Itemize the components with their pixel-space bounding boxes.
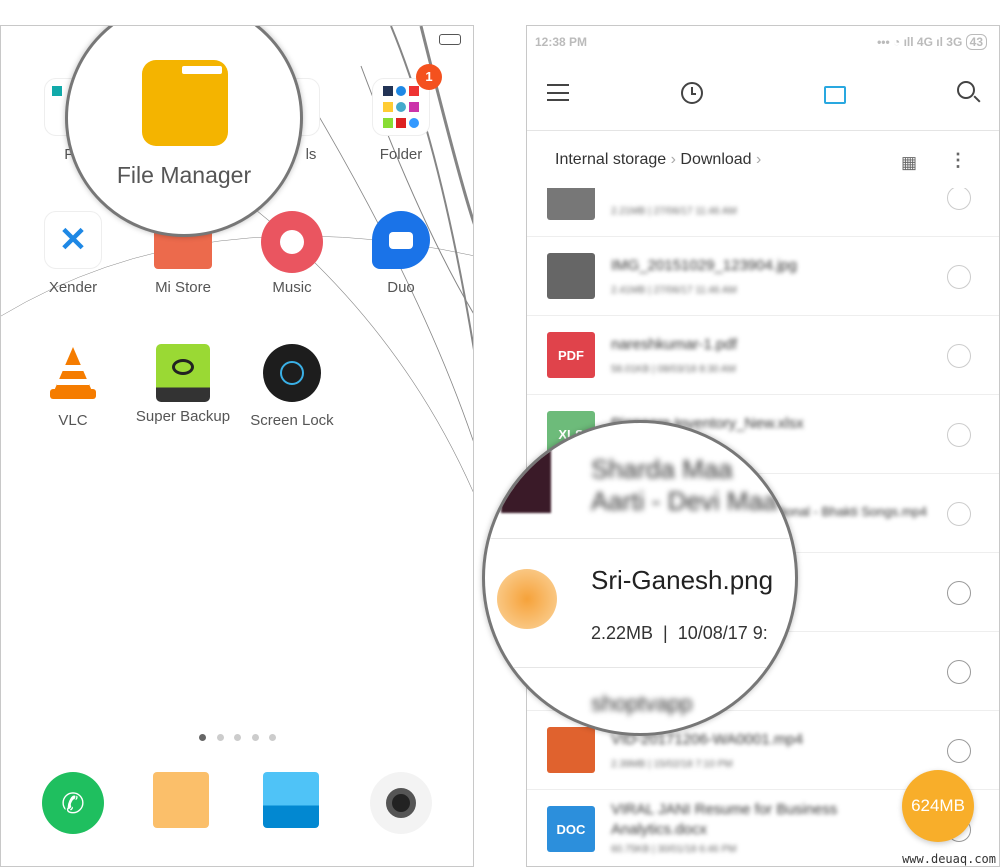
page-dot[interactable] [217, 734, 224, 741]
image-thumbnail [547, 253, 595, 299]
phone-icon[interactable]: ✆ [42, 772, 104, 834]
vlc-icon [44, 344, 102, 402]
select-radio[interactable] [947, 188, 971, 210]
select-radio[interactable] [947, 344, 971, 368]
duo-icon [372, 211, 430, 269]
gallery-icon[interactable] [263, 772, 319, 828]
app-duo[interactable]: Duo [346, 211, 456, 296]
pdf-icon: PDF [547, 332, 595, 378]
app-folder[interactable]: 1 Folder [346, 64, 456, 163]
select-radio[interactable] [947, 502, 971, 526]
video-thumbnail [547, 727, 595, 773]
folder-icon[interactable] [824, 86, 846, 104]
menu-icon[interactable] [547, 84, 569, 101]
app-music[interactable]: Music [237, 211, 347, 296]
breadcrumb: Internal storage › Download › [555, 151, 762, 168]
more-options-icon[interactable]: ⋮ [949, 150, 967, 171]
breadcrumb-internal-storage[interactable]: Internal storage [555, 151, 666, 168]
storage-fab[interactable]: 624MB [902, 770, 974, 842]
search-icon[interactable] [957, 81, 981, 103]
status-time: 12:38 PM [535, 35, 588, 49]
page-dot[interactable] [269, 734, 276, 741]
page-dot[interactable] [252, 734, 259, 741]
select-radio[interactable] [947, 739, 971, 763]
recent-clock-icon[interactable] [681, 82, 703, 104]
select-radio[interactable] [947, 423, 971, 447]
super-backup-icon [156, 344, 210, 402]
screen-lock-icon [263, 344, 321, 402]
file-row[interactable]: 2.21MB | 27/06/17 11:46 AM [527, 188, 999, 237]
ganesh-thumbnail [497, 569, 557, 629]
messages-icon[interactable] [153, 772, 209, 828]
app-xender[interactable]: ✕ Xender [18, 211, 128, 296]
select-radio[interactable] [947, 265, 971, 289]
file-row[interactable]: IMG_20151029_123904.jpg 2.41MB | 27/06/17… [527, 237, 999, 316]
battery-icon: 43 [965, 34, 987, 50]
file-manager-label: File Manager [116, 162, 252, 188]
select-radio[interactable] [947, 660, 971, 684]
app-vlc[interactable]: VLC [18, 344, 128, 429]
file-row[interactable]: PDF nareshkumar-1.pdf 58.01KB | 08/03/18 8… [527, 316, 999, 395]
doc-icon: DOC [547, 806, 595, 852]
page-dot[interactable] [234, 734, 241, 741]
file-meta-sri-ganesh: 2.22MB | 10/08/17 9: [591, 623, 768, 643]
watermark: www.deuaq.com [902, 852, 996, 866]
home-screen: Fo ls 1 Folder ✕ Xender Mi Store Music D… [0, 25, 474, 867]
notification-badge: 1 [416, 64, 442, 90]
select-radio[interactable] [947, 581, 971, 605]
magnifier-sri-ganesh[interactable]: Sri-Ganesh.png 2.22MB | 10/08/17 9: shop… [482, 420, 798, 736]
app-screen-lock[interactable]: Screen Lock [237, 344, 347, 429]
breadcrumb-download[interactable]: Download [680, 151, 751, 168]
grid-view-icon[interactable]: ▦ [901, 153, 917, 173]
page-dot-active[interactable] [199, 734, 206, 741]
file-manager-icon [142, 60, 228, 146]
xender-icon: ✕ [44, 211, 102, 269]
app-super-backup[interactable]: Super Backup [128, 344, 238, 426]
music-icon [261, 211, 323, 273]
camera-icon[interactable] [370, 772, 432, 834]
video-thumbnail [501, 437, 551, 513]
status-icons: ••• ◔ ıll 4G ıl 3G 43 [877, 34, 987, 50]
file-name-sri-ganesh: Sri-Ganesh.png [591, 565, 774, 595]
image-thumbnail [547, 188, 595, 220]
